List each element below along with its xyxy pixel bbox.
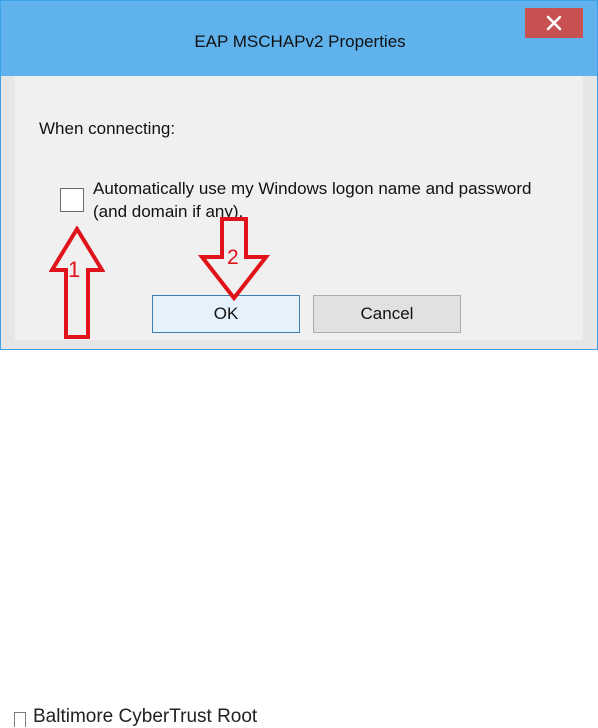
close-icon [546,15,562,31]
annotation-arrow-1-label: 1 [68,257,81,282]
when-connecting-label: When connecting: [39,119,176,138]
background-list: Baltimore CyberTrust Root [0,350,598,727]
window-title: EAP MSCHAPv2 Properties [194,32,406,51]
background-item-label: Baltimore CyberTrust Root [33,706,258,727]
close-button[interactable] [525,8,583,38]
background-item-checkbox[interactable] [14,712,26,727]
auto-logon-checkbox[interactable] [60,188,84,212]
title-bar[interactable]: EAP MSCHAPv2 Properties [1,1,597,76]
annotation-arrow-1 [49,226,105,339]
cancel-button[interactable]: Cancel [313,295,461,333]
auto-logon-checkbox-label[interactable]: Automatically use my Windows logon name … [93,177,563,223]
annotation-arrow-2-label: 2 [227,246,239,269]
